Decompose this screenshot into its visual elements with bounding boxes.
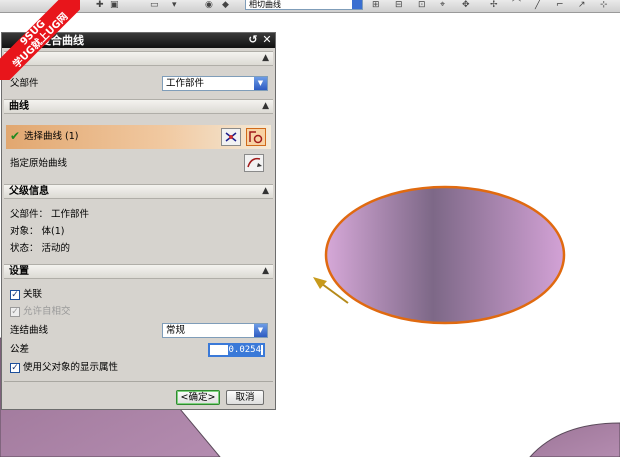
select-curve-label: 选择曲线 (1) [24, 131, 79, 142]
toolbar-icon-13[interactable]: ⌒ [512, 0, 521, 11]
section-parent-info-header[interactable]: 父级信息 ▲ [4, 184, 273, 199]
chevron-up-icon[interactable]: ▲ [262, 185, 269, 198]
toolbar-icon-10[interactable]: ⌖ [440, 0, 445, 11]
join-curves-select[interactable]: 常规 ▼ [162, 323, 268, 338]
parent-info-status: 状态： 活动的 [10, 243, 71, 254]
use-parent-display-label: 使用父对象的显示属性 [23, 362, 119, 373]
toolbar-icon-9[interactable]: ⊡ [418, 0, 426, 11]
toolbar-icon-8[interactable]: ⊟ [395, 0, 403, 11]
toolbar-icon-3[interactable]: ▭ [150, 0, 159, 11]
tolerance-input[interactable]: 0.0254 [208, 343, 265, 357]
chevron-up-icon[interactable]: ▲ [262, 100, 269, 113]
section-settings-header[interactable]: 设置 ▲ [4, 264, 273, 279]
toolbar-icon-5[interactable]: ◉ [205, 0, 213, 11]
chevron-up-icon[interactable]: ▲ [262, 52, 269, 65]
chevron-down-icon[interactable]: ▼ [254, 77, 267, 90]
divider [4, 381, 273, 382]
close-icon[interactable]: ✕ [261, 34, 273, 46]
toolbar-icon-16[interactable]: ↗ [578, 0, 586, 11]
toolbar-icon-12[interactable]: ✢ [490, 0, 498, 11]
cancel-button[interactable]: 取消 [226, 390, 264, 405]
bottom-plate-right [529, 422, 620, 457]
join-curves-label: 连结曲线 [10, 325, 49, 336]
toolbar-icon-15[interactable]: ⌐ [556, 0, 564, 11]
toolbar-icon-2[interactable]: ▣ [110, 0, 119, 11]
chevron-down-icon[interactable]: ▼ [254, 324, 267, 337]
tolerance-value: 0.0254 [228, 345, 261, 355]
specify-origin-curve-icon[interactable] [244, 154, 264, 172]
parent-info-object: 对象： 体(1) [10, 226, 65, 237]
join-curves-value: 常规 [166, 325, 186, 336]
chevron-up-icon[interactable]: ▲ [262, 265, 269, 278]
section-curve-title: 曲线 [9, 101, 29, 112]
toolbar-icon-14[interactable]: ╱ [535, 0, 540, 11]
ok-button[interactable]: <确定> [176, 390, 220, 405]
use-parent-display-checkbox[interactable]: ✓ [10, 363, 20, 373]
main-toolbar: ✚ ▣ ▭ ▾ ◉ ◆ 相切曲线 ⊞ ⊟ ⊡ ⌖ ✥ ✢ ⌒ ╱ ⌐ ↗ ⊹ [0, 0, 620, 13]
toolbar-icon-17[interactable]: ⊹ [600, 0, 608, 11]
associative-label: 关联 [23, 289, 43, 300]
composite-curve-ellipse[interactable] [324, 185, 566, 325]
curve-filter-icon[interactable] [246, 128, 266, 146]
toolbar-icon-1[interactable]: ✚ [96, 0, 104, 11]
toolbar-icon-4[interactable]: ▾ [172, 0, 177, 11]
parent-info-part: 父部件： 工作部件 [10, 209, 90, 220]
associative-checkbox[interactable]: ✓ [10, 290, 20, 300]
allow-self-intersect-checkbox[interactable]: ✓ [10, 307, 20, 317]
curve-rule-value: 相切曲线 [249, 0, 281, 9]
select-curve-row[interactable]: ✔ 选择曲线 (1) [6, 125, 271, 149]
reset-icon[interactable]: ↺ [247, 34, 259, 46]
composite-curve-dialog: 复合曲线 ↺ ✕ 部件 ▲ 父部件 工作部件 ▼ 曲线 ▲ ✔ 选择曲线 (1)… [1, 32, 276, 410]
allow-self-intersect-label: 允许自相交 [23, 306, 71, 317]
toolbar-icon-6[interactable]: ◆ [222, 0, 229, 11]
watermark-line2: 学UG就上UG网 [11, 11, 71, 71]
specify-origin-label: 指定原始曲线 [10, 158, 68, 169]
section-curve-header[interactable]: 曲线 ▲ [4, 99, 273, 114]
checkmark-icon: ✔ [10, 129, 21, 143]
tolerance-label: 公差 [10, 344, 30, 355]
curve-rule-combo[interactable]: 相切曲线 [245, 0, 363, 10]
section-parent-info-title: 父级信息 [9, 186, 49, 197]
parent-part-select[interactable]: 工作部件 ▼ [162, 76, 268, 91]
parent-part-value: 工作部件 [166, 78, 205, 89]
deselect-curve-icon[interactable] [221, 128, 241, 146]
chevron-down-icon[interactable] [352, 0, 362, 9]
section-settings-title: 设置 [9, 266, 29, 277]
toolbar-icon-11[interactable]: ✥ [462, 0, 470, 11]
toolbar-icon-7[interactable]: ⊞ [372, 0, 380, 11]
watermark-logo: 9SUG 学UG就上UG网 [0, 0, 80, 80]
